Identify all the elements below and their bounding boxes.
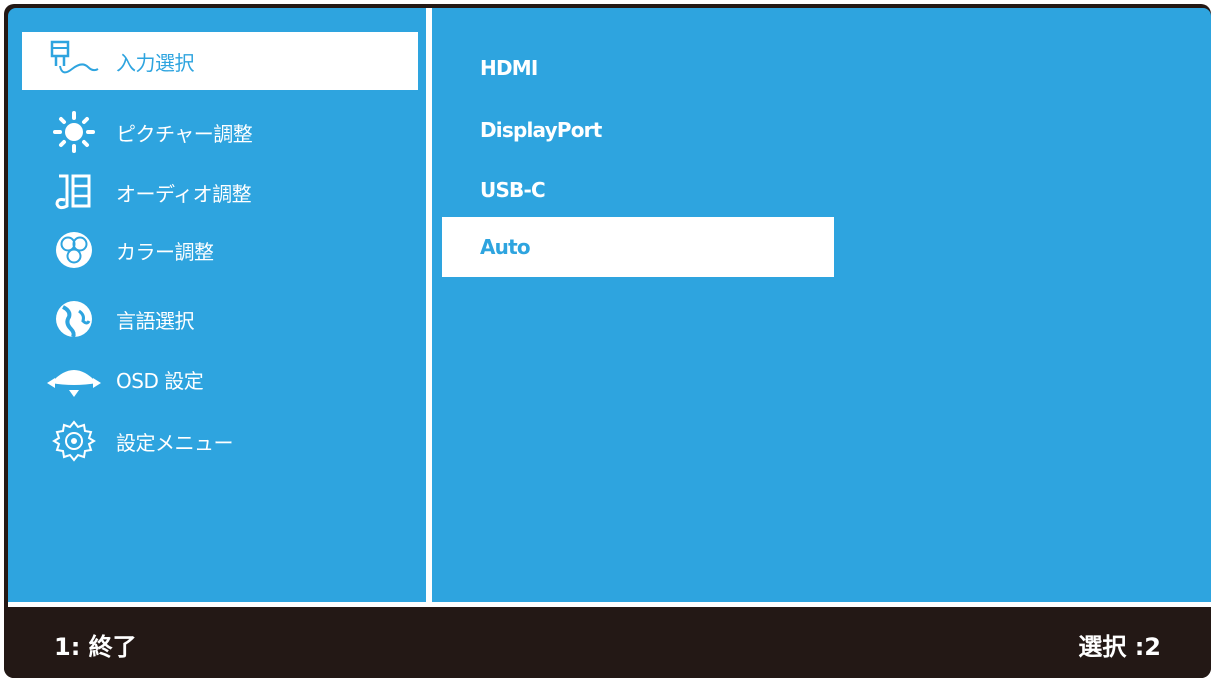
osd-menu: 入力選択 ピクチャー調整 オーディオ調整 カラー調整 言語選択 OSD 設定 設… — [4, 4, 1211, 678]
submenu-item-label: Auto — [480, 235, 531, 259]
main-menu-panel: 入力選択 ピクチャー調整 オーディオ調整 カラー調整 言語選択 OSD 設定 設… — [8, 8, 426, 602]
menu-item-language[interactable]: 言語選択 — [22, 290, 418, 348]
select-hint: 選択 :2 — [1078, 633, 1161, 661]
gear-icon — [44, 416, 104, 466]
menu-item-picture[interactable]: ピクチャー調整 — [22, 103, 418, 161]
menu-item-label: OSD 設定 — [116, 368, 204, 393]
submenu-panel: HDMI DisplayPort USB-C Auto — [432, 8, 1211, 602]
submenu-item-auto[interactable]: Auto — [442, 217, 834, 277]
menu-item-setup[interactable]: 設定メニュー — [22, 412, 418, 470]
menu-item-label: 入力選択 — [116, 50, 195, 75]
brightness-icon — [44, 107, 104, 157]
menu-item-audio[interactable]: オーディオ調整 — [22, 163, 418, 221]
submenu-item-hdmi[interactable]: HDMI — [442, 38, 834, 98]
menu-item-label: オーディオ調整 — [116, 181, 252, 206]
globe-icon — [44, 294, 104, 344]
exit-hint: 1: 終了 — [54, 633, 137, 661]
menu-item-label: カラー調整 — [116, 239, 214, 264]
menu-item-color[interactable]: カラー調整 — [22, 221, 418, 279]
submenu-item-usb-c[interactable]: USB-C — [442, 160, 834, 220]
menu-item-label: ピクチャー調整 — [116, 121, 253, 146]
audio-icon — [44, 167, 104, 217]
rgb-color-icon — [44, 225, 104, 275]
footer-bar: 1: 終了 選択 :2 — [4, 607, 1211, 678]
menu-item-label: 設定メニュー — [116, 430, 234, 455]
submenu-item-displayport[interactable]: DisplayPort — [442, 100, 834, 160]
submenu-item-label: USB-C — [480, 178, 546, 202]
menu-item-input-select[interactable]: 入力選択 — [22, 32, 418, 90]
submenu-item-label: DisplayPort — [480, 118, 602, 142]
submenu-item-label: HDMI — [480, 56, 538, 80]
menu-item-label: 言語選択 — [116, 308, 195, 333]
menu-item-osd[interactable]: OSD 設定 — [22, 350, 418, 408]
osd-icon — [44, 354, 104, 404]
input-select-icon — [44, 36, 104, 86]
